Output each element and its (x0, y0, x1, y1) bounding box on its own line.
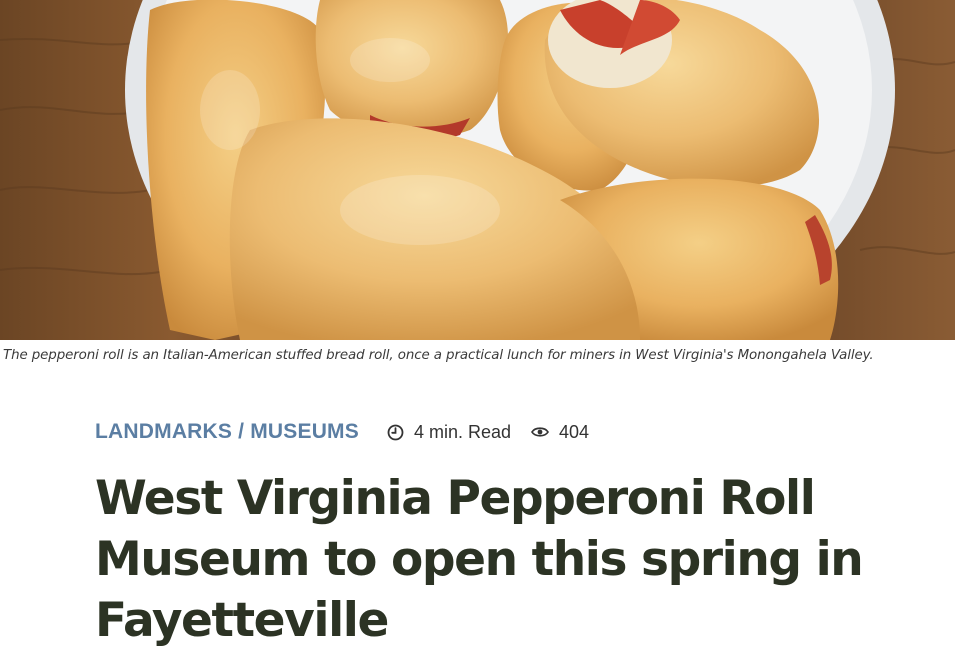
pepperoni-rolls-photo (0, 0, 955, 340)
eye-icon (531, 426, 550, 438)
read-time: 4 min. Read (387, 422, 511, 443)
read-time-label: 4 min. Read (413, 421, 512, 442)
image-caption: The pepperoni roll is an Italian-America… (3, 348, 874, 363)
clock-icon (387, 424, 404, 441)
article-meta: LANDMARKS / MUSEUMS 4 min. Read 404 (95, 418, 589, 446)
view-count-value: 404 (559, 421, 590, 442)
category-link[interactable]: LANDMARKS / MUSEUMS (95, 420, 359, 444)
hero-image (0, 0, 955, 340)
article-title: West Virginia Pepperoni Roll Museum to o… (95, 471, 864, 648)
view-count: 404 (531, 422, 589, 443)
